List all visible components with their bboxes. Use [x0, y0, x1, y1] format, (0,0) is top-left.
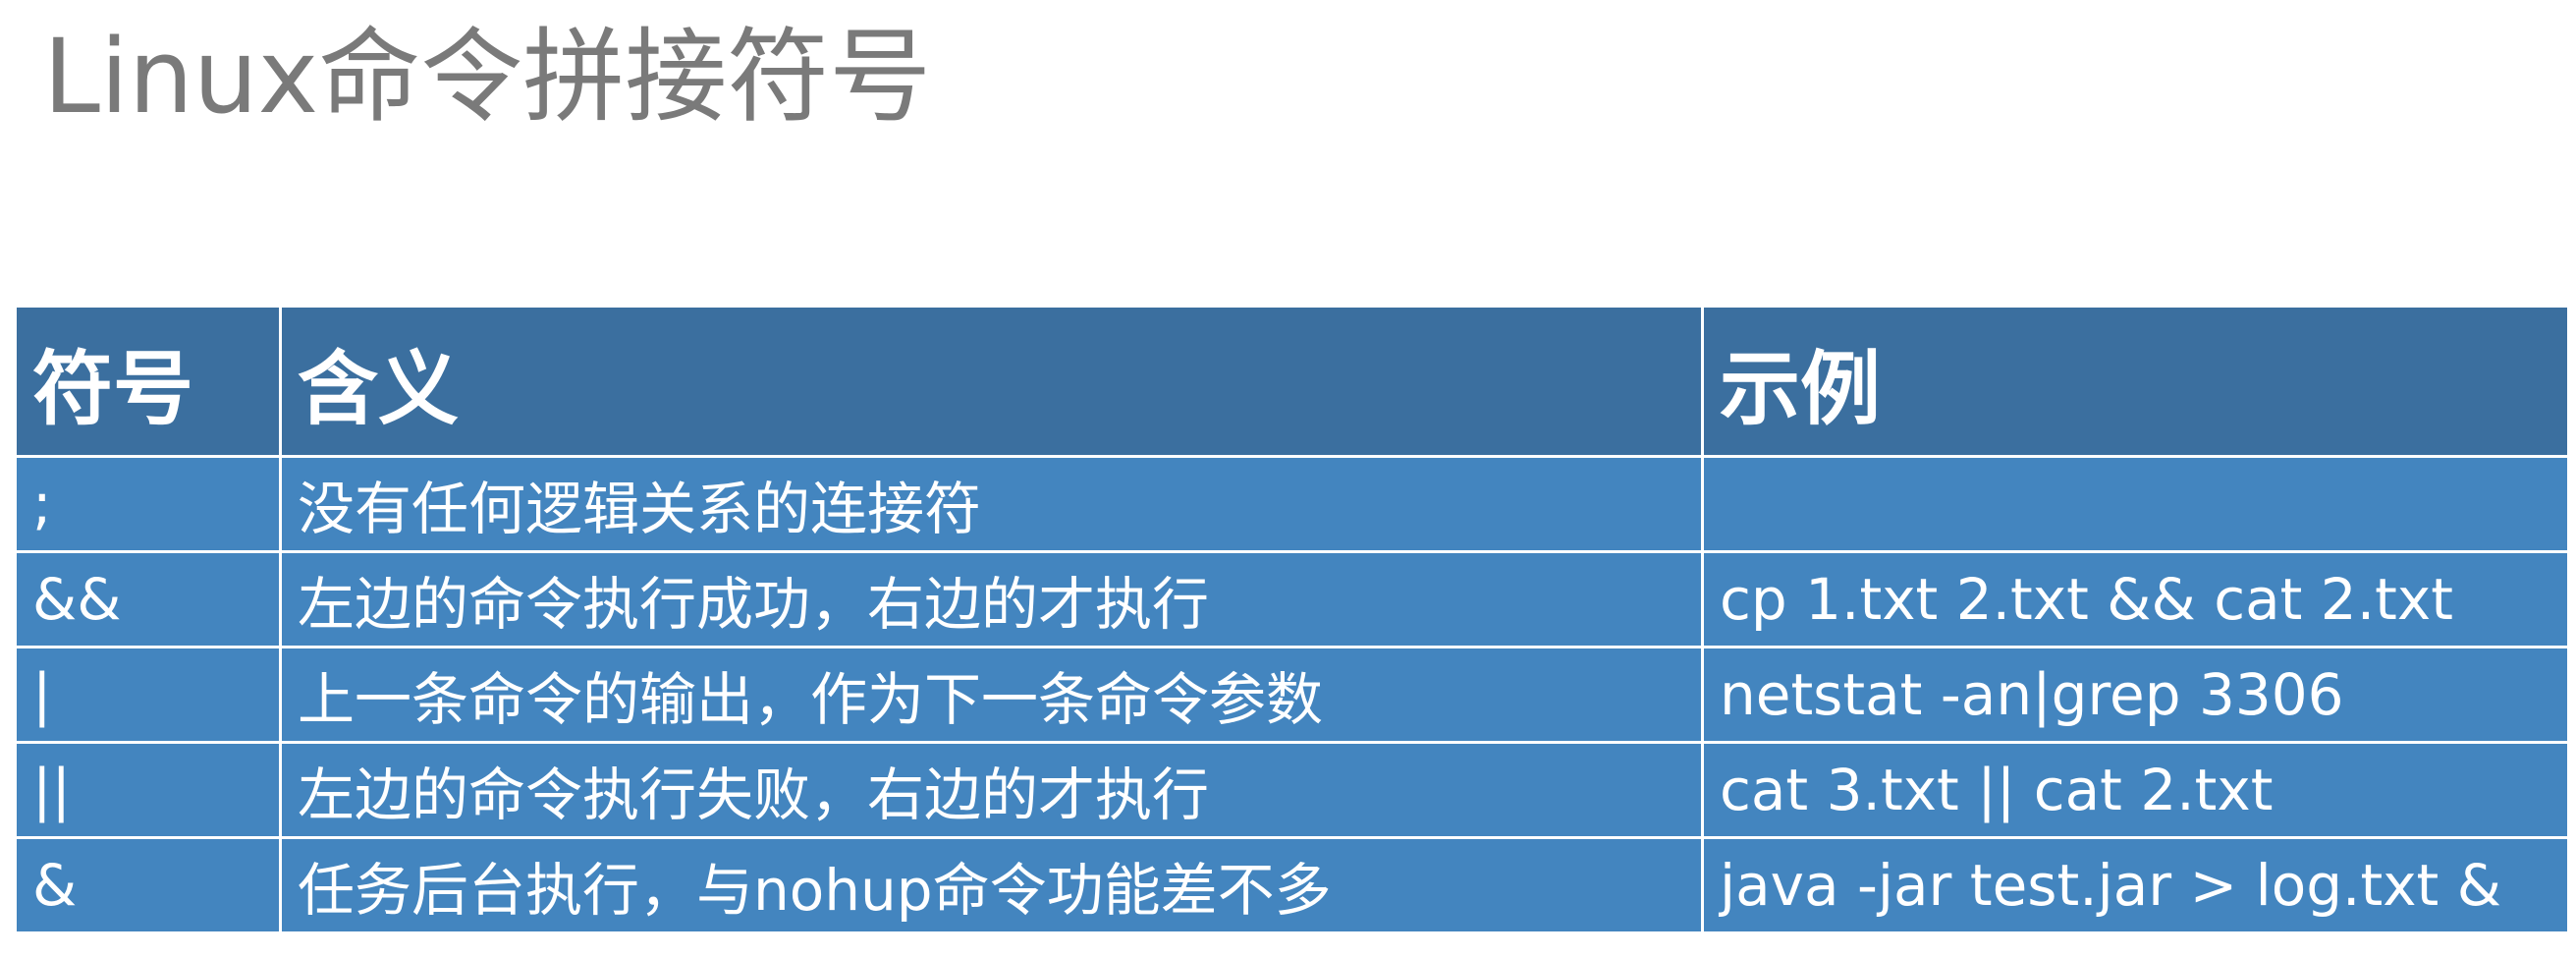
cell-symbol: || — [14, 741, 282, 839]
cell-example: java -jar test.jar > log.txt & — [1701, 836, 2570, 934]
cell-example: cp 1.txt 2.txt && cat 2.txt — [1701, 550, 2570, 648]
table-row: & 任务后台执行，与nohup命令功能差不多 java -jar test.ja… — [14, 836, 2570, 934]
header-symbol: 符号 — [14, 305, 282, 458]
page-title: Linux命令拼接符号 — [43, 17, 932, 137]
table-row: ; 没有任何逻辑关系的连接符 — [14, 455, 2570, 553]
table-row: || 左边的命令执行失败，右边的才执行 cat 3.txt || cat 2.t… — [14, 741, 2570, 839]
cell-symbol: && — [14, 550, 282, 648]
cell-meaning: 上一条命令的输出，作为下一条命令参数 — [279, 646, 1704, 744]
cell-symbol: ; — [14, 455, 282, 553]
table-header-row: 符号 含义 示例 — [14, 305, 2570, 458]
cell-meaning: 左边的命令执行失败，右边的才执行 — [279, 741, 1704, 839]
cell-example: netstat -an|grep 3306 — [1701, 646, 2570, 744]
cell-symbol: | — [14, 646, 282, 744]
symbol-table: 符号 含义 示例 ; 没有任何逻辑关系的连接符 && 左边的命令执行成功，右边的… — [14, 305, 2570, 934]
cell-example: cat 3.txt || cat 2.txt — [1701, 741, 2570, 839]
slide: Linux命令拼接符号 符号 含义 示例 ; 没有任何逻辑关系的连接符 && 左… — [0, 0, 2576, 958]
header-example: 示例 — [1701, 305, 2570, 458]
table-row: | 上一条命令的输出，作为下一条命令参数 netstat -an|grep 33… — [14, 646, 2570, 744]
cell-meaning: 任务后台执行，与nohup命令功能差不多 — [279, 836, 1704, 934]
cell-example — [1701, 455, 2570, 553]
cell-meaning: 左边的命令执行成功，右边的才执行 — [279, 550, 1704, 648]
cell-symbol: & — [14, 836, 282, 934]
header-meaning: 含义 — [279, 305, 1704, 458]
cell-meaning: 没有任何逻辑关系的连接符 — [279, 455, 1704, 553]
table-row: && 左边的命令执行成功，右边的才执行 cp 1.txt 2.txt && ca… — [14, 550, 2570, 648]
